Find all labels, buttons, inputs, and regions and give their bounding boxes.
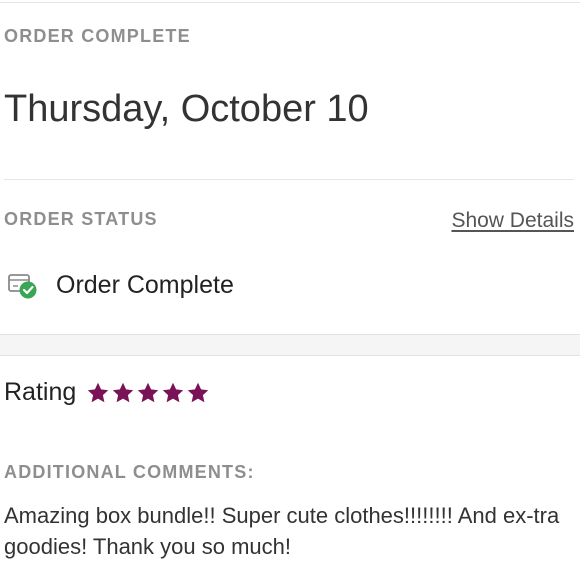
additional-comments-label: ADDITIONAL COMMENTS: <box>4 462 255 482</box>
order-complete-label: ORDER COMPLETE <box>4 26 191 46</box>
comment-text: Amazing box bundle!! Super cute clothes!… <box>4 503 560 559</box>
star-icon <box>138 382 159 402</box>
order-status-row: Order Complete <box>6 268 234 302</box>
star-icon <box>88 382 109 402</box>
show-details-link[interactable]: Show Details <box>451 209 574 233</box>
order-date-title: Thursday, October 10 <box>4 88 369 130</box>
package-check-icon <box>6 268 40 302</box>
section-divider <box>4 179 574 180</box>
rating-row: Rating <box>4 378 211 407</box>
section-separator-band <box>0 334 580 356</box>
rating-stars <box>86 381 211 405</box>
top-divider <box>0 2 580 3</box>
order-status-text: Order Complete <box>56 270 234 299</box>
star-icon <box>188 382 209 402</box>
star-icon <box>113 382 134 402</box>
order-status-label: ORDER STATUS <box>4 209 158 229</box>
star-icon <box>163 382 184 402</box>
rating-label: Rating <box>4 378 77 406</box>
